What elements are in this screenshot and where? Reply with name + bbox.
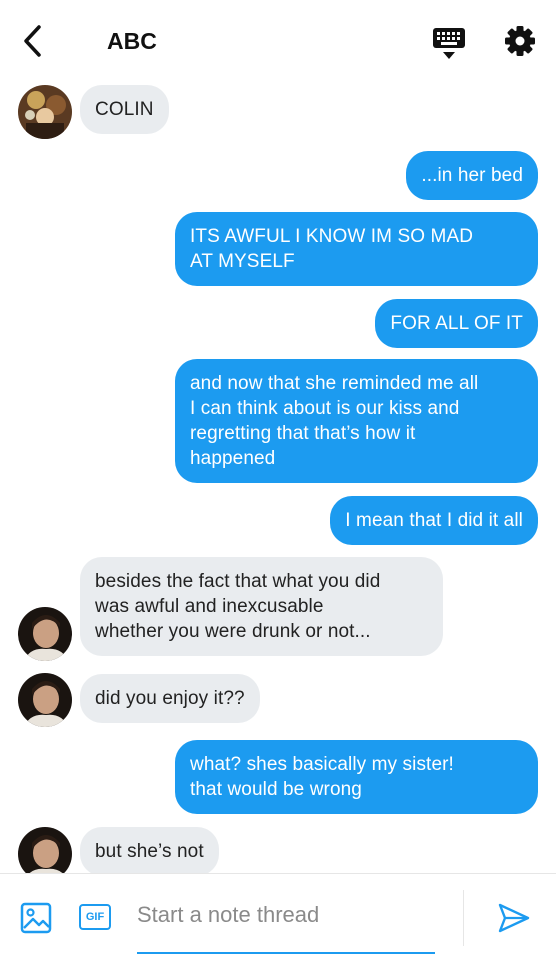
message-line: was awful and inexcusable [95, 596, 324, 617]
message-text: did you enjoy it?? [95, 688, 245, 709]
message-line: that would be wrong [190, 779, 362, 800]
message-text: FOR ALL OF IT [390, 313, 523, 334]
send-icon [498, 903, 530, 933]
divider [463, 890, 464, 946]
message-text: COLIN [95, 99, 154, 120]
message-line: whether you were drunk or not... [95, 621, 371, 642]
note-input-placeholder: Start a note thread [137, 902, 320, 927]
message-bubble[interactable]: did you enjoy it?? [80, 674, 260, 723]
conversation-title: ABC [107, 28, 157, 54]
message-text: but she’s not [95, 841, 204, 862]
avatar-1-image [18, 85, 72, 139]
avatar[interactable] [18, 607, 72, 661]
avatar[interactable] [18, 85, 72, 139]
message-line: besides the fact that what you did [95, 571, 381, 592]
composer: GIF Start a note thread [0, 873, 556, 961]
keyboard-button[interactable] [430, 26, 468, 60]
message-line: happened [190, 448, 276, 469]
settings-button[interactable] [503, 24, 537, 58]
message-bubble[interactable]: ...in her bed [406, 151, 538, 200]
gif-button[interactable]: GIF [79, 904, 111, 930]
message-line: AT MYSELF [190, 251, 295, 272]
back-button[interactable] [18, 24, 48, 58]
gear-icon [505, 26, 535, 56]
gif-icon: GIF [85, 911, 105, 923]
image-button[interactable] [20, 902, 52, 934]
image-icon [20, 902, 52, 934]
message-line: and now that she reminded me all [190, 373, 479, 394]
message-bubble[interactable]: and now that she reminded me all I can t… [175, 359, 538, 483]
message-line: what? shes basically my sister! [190, 754, 454, 775]
message-line: ITS AWFUL I KNOW IM SO MAD [190, 226, 474, 247]
message-text: I mean that I did it all [345, 510, 523, 531]
message-line: I can think about is our kiss and [190, 398, 460, 419]
message-bubble[interactable]: COLIN [80, 85, 169, 134]
keyboard-icon [433, 28, 465, 59]
message-bubble[interactable]: but she’s not [80, 827, 219, 873]
send-button[interactable] [497, 902, 531, 934]
avatar-2-image [18, 607, 72, 661]
header: ABC [0, 0, 556, 80]
message-text: ...in her bed [421, 165, 523, 186]
back-arrow-icon [24, 25, 41, 57]
avatar[interactable] [18, 827, 72, 873]
message-line: regretting that that’s how it [190, 423, 416, 444]
avatar-2-image [18, 673, 72, 727]
message-list[interactable]: COLIN ...in her bed ITS AWFUL I KNOW IM … [0, 80, 556, 873]
avatar-2-image [18, 827, 72, 873]
message-bubble[interactable]: I mean that I did it all [330, 496, 538, 545]
note-input[interactable]: Start a note thread [137, 902, 433, 934]
message-bubble[interactable]: what? shes basically my sister! that wou… [175, 740, 538, 814]
message-bubble[interactable]: ITS AWFUL I KNOW IM SO MAD AT MYSELF [175, 212, 538, 286]
avatar[interactable] [18, 673, 72, 727]
message-bubble[interactable]: besides the fact that what you did was a… [80, 557, 443, 656]
input-underline [137, 952, 435, 954]
message-bubble[interactable]: FOR ALL OF IT [375, 299, 538, 348]
